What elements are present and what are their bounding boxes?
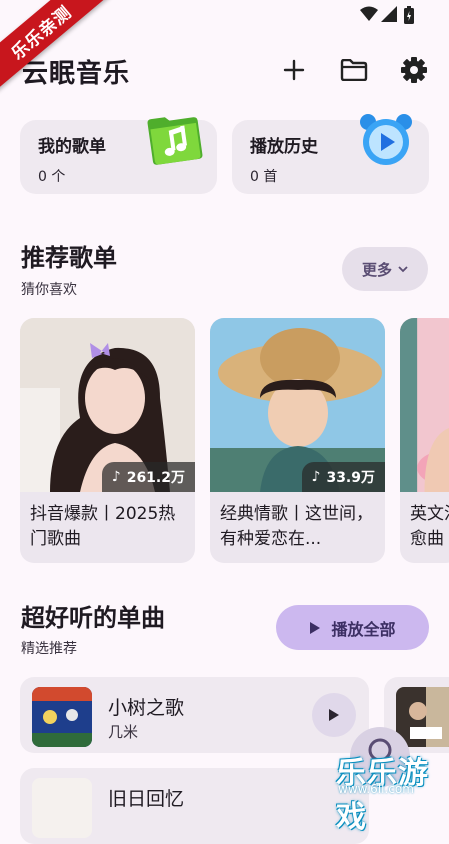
play-history-count: 0 首 xyxy=(250,169,278,185)
play-count-badge: ♪ 33.9万 xyxy=(301,462,385,492)
my-playlists-count: 0 个 xyxy=(38,169,66,185)
more-label: 更多 xyxy=(361,260,392,279)
my-playlists-card[interactable]: 我的歌单 0 个 xyxy=(20,117,217,194)
play-icon xyxy=(310,621,321,634)
playlist-card[interactable]: ♪ 261.2万 抖音爆款丨2025热门歌曲 xyxy=(20,318,195,563)
song-cover-image xyxy=(32,778,92,838)
music-note-icon: ♪ xyxy=(111,469,121,485)
folder-button[interactable] xyxy=(338,54,370,86)
plus-icon xyxy=(283,59,305,81)
song-row[interactable]: 小树之歌 几米 xyxy=(20,677,369,753)
folder-icon xyxy=(340,59,368,81)
singles-subtitle: 精选推荐 xyxy=(21,641,77,657)
play-count: 261.2万 xyxy=(126,470,185,486)
music-folder-icon xyxy=(147,117,203,165)
wifi-icon xyxy=(360,6,378,21)
chevron-down-icon xyxy=(398,266,408,273)
song-title: 小树之歌 xyxy=(108,697,185,719)
gear-icon xyxy=(401,57,427,83)
battery-icon xyxy=(404,6,414,24)
more-button[interactable]: 更多 xyxy=(342,247,428,291)
play-all-label: 播放全部 xyxy=(331,619,396,639)
app-title: 云眠音乐 xyxy=(22,59,131,89)
my-playlists-label: 我的歌单 xyxy=(38,137,106,157)
song-row[interactable]: 旧日回忆 xyxy=(20,768,369,844)
playlist-card[interactable]: ♪ 33.9万 经典情歌丨这世间，有种爱恋在... xyxy=(210,318,385,563)
play-all-button[interactable]: 播放全部 xyxy=(276,605,429,650)
singles-title: 超好听的单曲 xyxy=(21,604,165,632)
playlist-title: 经典情歌丨这世间，有种爱恋在... xyxy=(220,504,373,549)
playlist-card[interactable]: 英文治愈曲 xyxy=(400,318,449,563)
song-cover-image xyxy=(32,687,92,747)
recommend-subtitle: 猜你喜欢 xyxy=(21,282,77,298)
play-icon xyxy=(329,709,339,721)
play-count: 33.9万 xyxy=(326,470,375,486)
playlist-cover-image xyxy=(400,318,449,492)
settings-button[interactable] xyxy=(398,54,430,86)
play-history-card[interactable]: 播放历史 0 首 xyxy=(232,114,429,194)
play-history-label: 播放历史 xyxy=(250,137,318,157)
add-button[interactable] xyxy=(278,54,310,86)
playlist-title: 抖音爆款丨2025热门歌曲 xyxy=(30,504,176,549)
song-artist: 几米 xyxy=(108,723,139,741)
alarm-clock-icon xyxy=(360,114,412,165)
bottom-watermark-url: www.6ll.com xyxy=(338,782,414,796)
recommend-title: 推荐歌单 xyxy=(21,244,117,272)
signal-icon xyxy=(381,6,397,22)
play-count-badge: ♪ 261.2万 xyxy=(101,462,195,492)
playlist-title: 英文治愈曲 xyxy=(410,504,449,549)
music-note-icon: ♪ xyxy=(311,469,321,485)
